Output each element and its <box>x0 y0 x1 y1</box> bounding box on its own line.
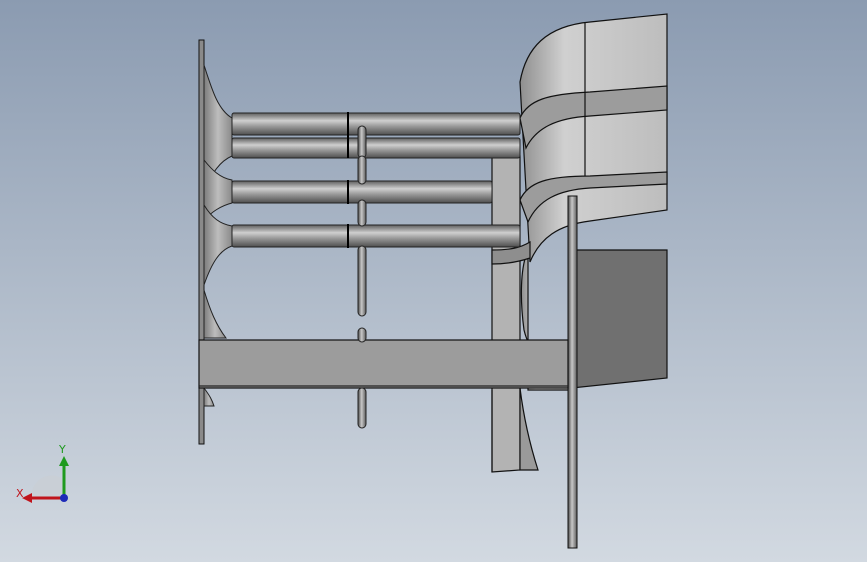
3d-graphics-viewport[interactable]: X Y <box>0 0 867 562</box>
vertical-support-post[interactable] <box>567 195 578 549</box>
x-axis-label: X <box>16 487 24 500</box>
model-view[interactable] <box>0 0 867 562</box>
y-axis-arrowhead <box>59 456 69 466</box>
z-axis-dot <box>60 494 68 502</box>
y-axis-label: Y <box>59 443 66 456</box>
horizontal-beam[interactable] <box>198 339 569 389</box>
reference-triad: X Y <box>12 440 76 510</box>
viewport-background <box>0 0 867 562</box>
